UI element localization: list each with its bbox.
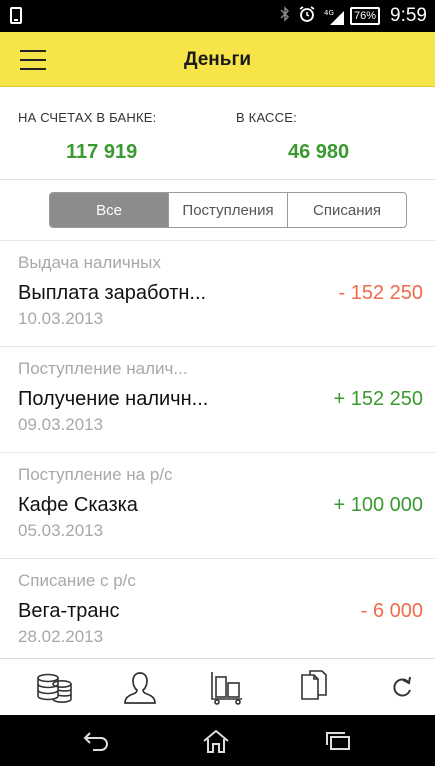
phone-screenshot-icon — [10, 7, 22, 24]
transaction-date: 28.02.2013 — [18, 627, 104, 646]
cash-balance-value: 46 980 — [288, 141, 350, 163]
documents-icon[interactable] — [292, 665, 336, 709]
transactions-list: Выдача наличных Выплата заработн... 10.0… — [0, 241, 435, 665]
bluetooth-icon — [280, 6, 290, 26]
back-icon[interactable] — [76, 726, 116, 756]
svg-text:4G: 4G — [324, 9, 334, 17]
transaction-date: 05.03.2013 — [18, 521, 104, 540]
bank-balance: НА СЧЕТАХ В БАНКЕ: 117 919 — [18, 110, 156, 164]
recent-apps-icon[interactable] — [318, 726, 358, 756]
list-item[interactable]: Списание с р/с Вега-транс 28.02.2013 - 6… — [0, 559, 435, 665]
refresh-icon[interactable] — [380, 665, 424, 709]
transaction-type: Списание с р/с — [18, 571, 136, 590]
status-icons: 4G 76% 9:59 — [280, 0, 427, 32]
transaction-date: 10.03.2013 — [18, 309, 104, 328]
page-title: Деньги — [183, 49, 252, 70]
status-bar: 4G 76% 9:59 — [0, 0, 435, 32]
system-nav-bar — [0, 715, 435, 766]
transaction-date: 09.03.2013 — [18, 415, 104, 434]
bank-balance-label: НА СЧЕТАХ В БАНКЕ: — [18, 110, 157, 125]
transaction-type: Выдача наличных — [18, 253, 161, 272]
app-header: Деньги — [0, 32, 435, 87]
transaction-amount: - 152 250 — [338, 282, 423, 304]
cash-balance-label: В КАССЕ: — [236, 110, 297, 125]
transaction-name: Выплата заработн... — [18, 282, 207, 304]
transaction-name: Кафе Сказка — [18, 494, 138, 516]
home-icon[interactable] — [196, 726, 236, 756]
battery-indicator: 76% — [349, 7, 381, 25]
filter-income-tab[interactable]: Поступления — [169, 193, 288, 227]
list-item[interactable]: Поступление налич... Получение наличн...… — [0, 347, 435, 453]
balance-summary: НА СЧЕТАХ В БАНКЕ: 117 919 В КАССЕ: 46 9… — [0, 88, 435, 180]
cash-balance: В КАССЕ: 46 980 — [236, 110, 349, 164]
transaction-name: Вега-транс — [18, 600, 120, 622]
transaction-type: Поступление налич... — [18, 359, 188, 378]
list-item[interactable]: Выдача наличных Выплата заработн... 10.0… — [0, 241, 435, 347]
transaction-amount: + 152 250 — [333, 388, 423, 410]
clock: 9:59 — [390, 5, 427, 26]
bank-balance-value: 117 919 — [66, 141, 138, 163]
transaction-amount: + 100 000 — [333, 494, 423, 516]
alarm-icon — [298, 5, 316, 27]
transaction-type: Поступление на р/с — [18, 465, 173, 484]
filter-outgo-tab[interactable]: Списания — [288, 193, 406, 227]
bottom-tab-bar — [0, 658, 435, 715]
transaction-amount: - 6 000 — [360, 600, 423, 622]
list-item[interactable]: Поступление на р/с Кафе Сказка 05.03.201… — [0, 453, 435, 559]
warehouse-cart-icon[interactable] — [205, 665, 249, 709]
filter-segmented-control: Все Поступления Списания — [49, 192, 407, 228]
signal-icon: 4G — [324, 8, 344, 25]
coins-icon[interactable] — [32, 665, 76, 709]
transaction-name: Получение наличн... — [18, 388, 209, 410]
person-icon[interactable] — [118, 665, 162, 709]
filter-all-tab[interactable]: Все — [50, 193, 169, 227]
